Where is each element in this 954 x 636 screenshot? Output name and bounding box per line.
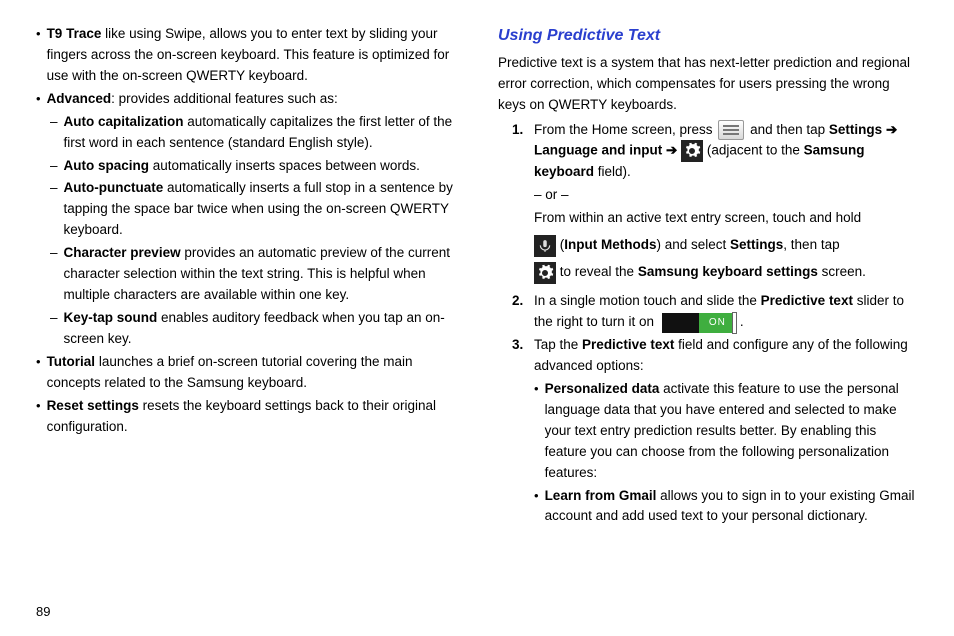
t9-text: T9 Trace like using Swipe, allows you to… [47,24,456,87]
reset-label: Reset settings [47,398,139,413]
settings-label: Settings [829,122,882,137]
step-3-text: Tap the Predictive text field and config… [534,335,918,377]
two-column-layout: • T9 Trace like using Swipe, allows you … [36,24,918,529]
bullet-reset: • Reset settings resets the keyboard set… [36,396,456,438]
autospacing-text: automatically inserts spaces between wor… [149,158,420,173]
settings-label-2: Settings [730,237,783,252]
dash-autocapitalization: – Auto capitalization automatically capi… [50,112,456,154]
tutorial-label: Tutorial [47,354,96,369]
bullet-dot: • [36,24,41,87]
gear-icon [534,262,556,284]
right-column: Using Predictive Text Predictive text is… [498,24,918,529]
dash-mark: – [50,308,58,350]
sub-bullet-gmail: • Learn from Gmail allows you to sign in… [534,486,918,528]
charpreview-label: Character preview [64,245,181,260]
section-heading: Using Predictive Text [498,24,918,49]
step-1-alt: From within an active text entry screen,… [534,208,918,229]
step-2: 2. In a single motion touch and slide th… [512,291,918,333]
step-3: 3. Tap the Predictive text field and con… [512,335,918,377]
autopunctuate-label: Auto-punctuate [64,180,164,195]
or-separator: – or – [534,185,918,206]
step-1-alt-line2: (Input Methods) and select Settings, the… [534,231,918,285]
intro-paragraph: Predictive text is a system that has nex… [498,53,918,116]
on-toggle-icon: ON [662,313,736,333]
predictive-text-label-2: Predictive text [582,337,674,352]
bullet-dot: • [36,352,41,394]
page-number: 89 [36,602,50,622]
dash-autopunctuate: – Auto-punctuate automatically inserts a… [50,178,456,241]
arrow-icon: ➔ [886,122,897,137]
tutorial-text: launches a brief on-screen tutorial cove… [47,354,413,390]
adv-title: Advanced [47,91,112,106]
step-1-text: From the Home screen, press and then tap… [534,120,918,184]
step-number: 2. [512,291,534,333]
dash-keytap: – Key-tap sound enables auditory feedbac… [50,308,456,350]
learn-gmail-label: Learn from Gmail [545,488,657,503]
dash-mark: – [50,112,58,154]
step-number: 1. [512,120,534,184]
dash-charpreview: – Character preview provides an automati… [50,243,456,306]
sub-bullet-personalized: • Personalized data activate this featur… [534,379,918,484]
microphone-gear-icon [534,235,556,257]
dash-autospacing: – Auto spacing automatically inserts spa… [50,156,456,177]
bullet-tutorial: • Tutorial launches a brief on-screen tu… [36,352,456,394]
bullet-dot: • [534,486,539,528]
t9-title: T9 Trace [47,26,102,41]
dash-mark: – [50,243,58,306]
bullet-t9trace: • T9 Trace like using Swipe, allows you … [36,24,456,87]
bullet-dot: • [36,89,41,110]
autospacing-label: Auto spacing [64,158,150,173]
dash-mark: – [50,156,58,177]
samsung-keyboard-settings-label: Samsung keyboard settings [638,264,818,279]
step-2-text: In a single motion touch and slide the P… [534,291,918,333]
input-methods-label: Input Methods [564,237,656,252]
step-1: 1. From the Home screen, press and then … [512,120,918,184]
dash-mark: – [50,178,58,241]
autocapitalization-label: Auto capitalization [64,114,184,129]
arrow-icon: ➔ [666,143,681,158]
bullet-dot: • [36,396,41,438]
bullet-advanced: • Advanced: provides additional features… [36,89,456,110]
adv-text: Advanced: provides additional features s… [47,89,338,110]
predictive-text-label: Predictive text [761,293,853,308]
keytap-label: Key-tap sound [64,310,158,325]
left-column: • T9 Trace like using Swipe, allows you … [36,24,456,529]
language-input-label: Language and input [534,143,662,158]
bullet-dot: • [534,379,539,484]
step-number: 3. [512,335,534,377]
personalized-data-label: Personalized data [545,381,660,396]
gear-icon [681,140,703,162]
menu-icon [718,120,744,140]
on-label: ON [699,313,736,333]
